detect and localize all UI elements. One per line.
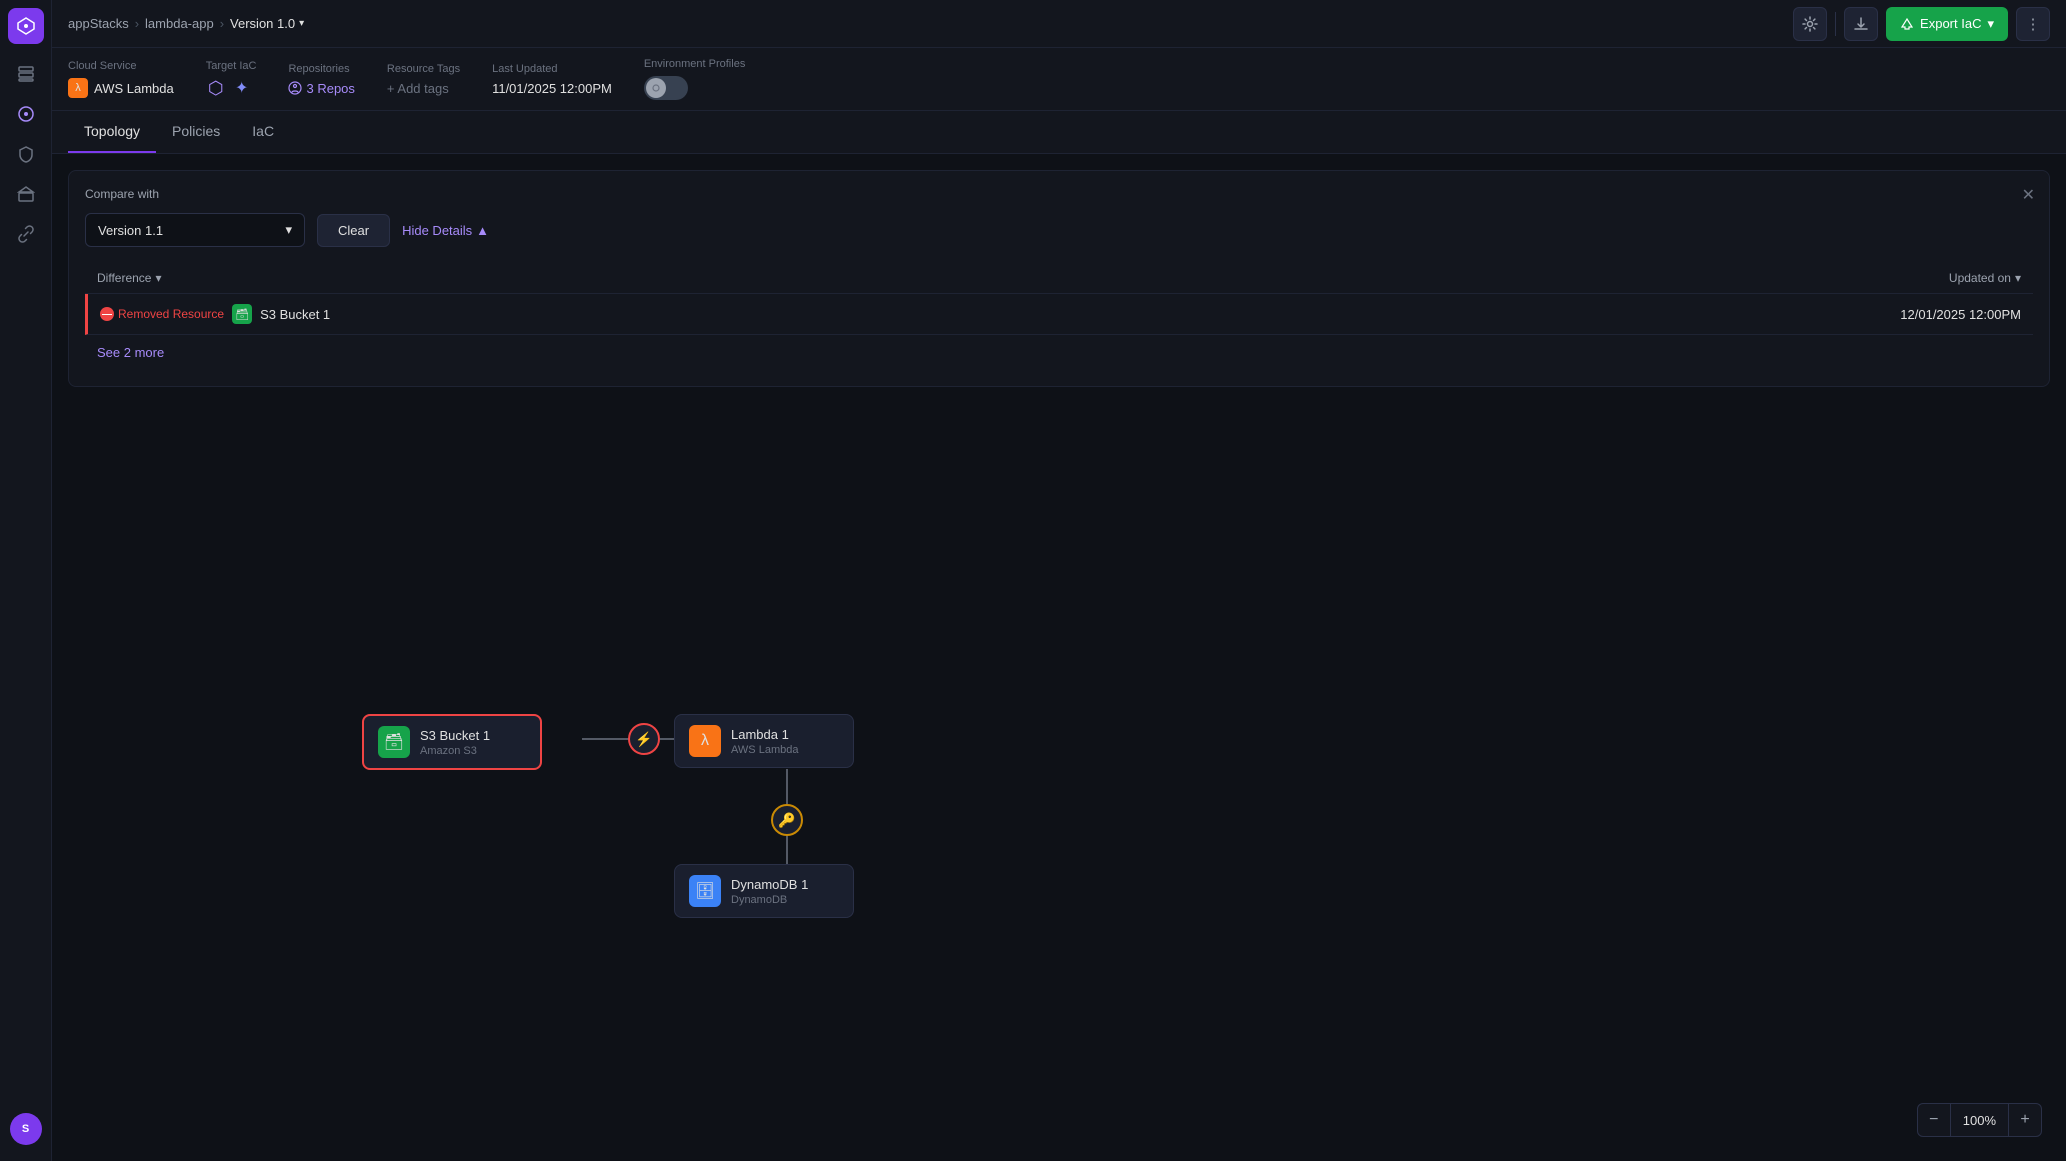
s3-node-type: Amazon S3 (420, 745, 490, 757)
sidebar-item-bank[interactable] (8, 176, 44, 212)
tab-policies[interactable]: Policies (156, 111, 236, 153)
s3-node-info: S3 Bucket 1 Amazon S3 (420, 728, 490, 757)
sidebar: S (0, 0, 52, 1161)
compare-controls: Version 1.1 ▾ Clear Hide Details ▲ (85, 213, 2033, 247)
env-profiles-item: Environment Profiles (644, 58, 746, 100)
filter-icon: ▾ (155, 271, 161, 285)
diff-table-header: Difference ▾ Updated on ▾ (85, 263, 2033, 294)
more-button[interactable]: ⋮ (2016, 7, 2050, 41)
repositories-item: Repositories 3 Repos (288, 63, 354, 96)
topology-canvas: 🗃 S3 Bucket 1 Amazon S3 ⚡ λ Lambda 1 AWS… (52, 574, 2066, 1161)
divider (1835, 12, 1836, 36)
lambda-node-info: Lambda 1 AWS Lambda (731, 727, 798, 756)
sidebar-item-link[interactable] (8, 216, 44, 252)
service-bar: Cloud Service λ AWS Lambda Target IaC ⬡ … (52, 48, 2066, 111)
dynamo-node-name: DynamoDB 1 (731, 877, 808, 892)
zoom-out-button[interactable]: − (1918, 1104, 1950, 1136)
s3-bucket-node[interactable]: 🗃 S3 Bucket 1 Amazon S3 (362, 714, 542, 770)
main-content: appStacks › lambda-app › Version 1.0 ▾ (52, 0, 2066, 1161)
cloud-service-label: Cloud Service (68, 60, 174, 72)
last-updated-item: Last Updated 11/01/2025 12:00PM (492, 63, 612, 96)
lambda-node-name: Lambda 1 (731, 727, 798, 742)
download-button[interactable] (1844, 7, 1878, 41)
compare-title: Compare with (85, 187, 2033, 201)
breadcrumb-sep-2: › (220, 16, 224, 31)
add-tags-button[interactable]: + Add tags (387, 81, 460, 96)
breadcrumb-sep-1: › (135, 16, 139, 31)
select-chevron-icon: ▾ (285, 222, 292, 238)
target-iac-item: Target IaC ⬡ ✦ (206, 60, 257, 98)
dynamodb-node[interactable]: 🗄 DynamoDB 1 DynamoDB (674, 864, 854, 918)
env-profiles-toggle[interactable] (644, 76, 746, 100)
lambda-node-type: AWS Lambda (731, 744, 798, 756)
settings-button[interactable] (1793, 7, 1827, 41)
app-logo[interactable] (8, 8, 44, 44)
sidebar-item-layers[interactable] (8, 56, 44, 92)
s3-node-name: S3 Bucket 1 (420, 728, 490, 743)
breadcrumb: appStacks › lambda-app › Version 1.0 ▾ (68, 16, 304, 31)
lambda-node-icon: λ (689, 725, 721, 757)
breadcrumb-root[interactable]: appStacks (68, 16, 129, 31)
version-select-dropdown[interactable]: Version 1.1 ▾ (85, 213, 305, 247)
pulumi-icon: ⬡ (206, 78, 226, 98)
zoom-controls: − 100% + (1917, 1103, 2042, 1137)
terraform-icon: ✦ (232, 78, 252, 98)
target-iac-label: Target IaC (206, 60, 257, 72)
aws-lambda-icon: λ (68, 78, 88, 98)
clear-button[interactable]: Clear (317, 214, 390, 247)
key-connector: 🔑 (771, 804, 803, 836)
cloud-service-item: Cloud Service λ AWS Lambda (68, 60, 174, 98)
removed-badge: — Removed Resource (100, 307, 224, 321)
chevron-up-icon: ▲ (476, 223, 489, 238)
s3-resource-icon: 🗃 (232, 304, 252, 324)
export-dropdown-icon: ▾ (1987, 16, 1994, 32)
sidebar-item-topology[interactable] (8, 96, 44, 132)
toggle-knob (646, 78, 666, 98)
user-avatar[interactable]: S (10, 1113, 42, 1145)
lambda-node[interactable]: λ Lambda 1 AWS Lambda (674, 714, 854, 768)
toggle-switch[interactable] (644, 76, 688, 100)
zoom-level: 100% (1950, 1104, 2009, 1136)
diff-row-s3[interactable]: — Removed Resource 🗃 S3 Bucket 1 12/01/2… (85, 294, 2033, 335)
dynamo-node-type: DynamoDB (731, 894, 808, 906)
diff-row-date: 12/01/2025 12:00PM (1900, 307, 2021, 322)
last-updated-value: 11/01/2025 12:00PM (492, 81, 612, 96)
breadcrumb-current[interactable]: Version 1.0 ▾ (230, 16, 304, 31)
difference-filter[interactable]: Difference ▾ (97, 271, 162, 285)
repositories-label: Repositories (288, 63, 354, 75)
repositories-link[interactable]: 3 Repos (288, 81, 354, 96)
last-updated-label: Last Updated (492, 63, 612, 75)
tabs: Topology Policies IaC (52, 111, 2066, 154)
target-iac-icons: ⬡ ✦ (206, 78, 257, 98)
zoom-in-button[interactable]: + (2009, 1104, 2041, 1136)
connections-svg (52, 574, 2066, 1161)
dynamo-node-info: DynamoDB 1 DynamoDB (731, 877, 808, 906)
s3-node-icon: 🗃 (378, 726, 410, 758)
lightning-connector: ⚡ (628, 723, 660, 755)
topbar-actions: Export IaC ▾ ⋮ (1793, 7, 2050, 41)
close-compare-panel[interactable]: ✕ (2022, 185, 2035, 205)
tab-topology[interactable]: Topology (68, 111, 156, 153)
breadcrumb-app[interactable]: lambda-app (145, 16, 214, 31)
sidebar-item-shield[interactable] (8, 136, 44, 172)
cloud-service-value: λ AWS Lambda (68, 78, 174, 98)
resource-tags-label: Resource Tags (387, 63, 460, 75)
updated-on-filter[interactable]: Updated on ▾ (1949, 271, 2021, 285)
export-iac-button[interactable]: Export IaC ▾ (1886, 7, 2008, 41)
resource-tags-item: Resource Tags + Add tags (387, 63, 460, 96)
minus-icon: — (100, 307, 114, 321)
resource-name: S3 Bucket 1 (260, 307, 330, 322)
hide-details-button[interactable]: Hide Details ▲ (402, 223, 489, 238)
env-profiles-label: Environment Profiles (644, 58, 746, 70)
compare-panel: Compare with Version 1.1 ▾ Clear Hide De… (68, 170, 2050, 387)
sort-icon: ▾ (2015, 271, 2021, 285)
tab-iac[interactable]: IaC (236, 111, 290, 153)
version-dropdown-icon: ▾ (299, 18, 304, 29)
diff-row-left: — Removed Resource 🗃 S3 Bucket 1 (100, 304, 330, 324)
topbar: appStacks › lambda-app › Version 1.0 ▾ (52, 0, 2066, 48)
content-area: Compare with Version 1.1 ▾ Clear Hide De… (52, 154, 2066, 1161)
see-more-link[interactable]: See 2 more (85, 335, 2033, 370)
breadcrumb-version: Version 1.0 (230, 16, 295, 31)
dynamo-node-icon: 🗄 (689, 875, 721, 907)
